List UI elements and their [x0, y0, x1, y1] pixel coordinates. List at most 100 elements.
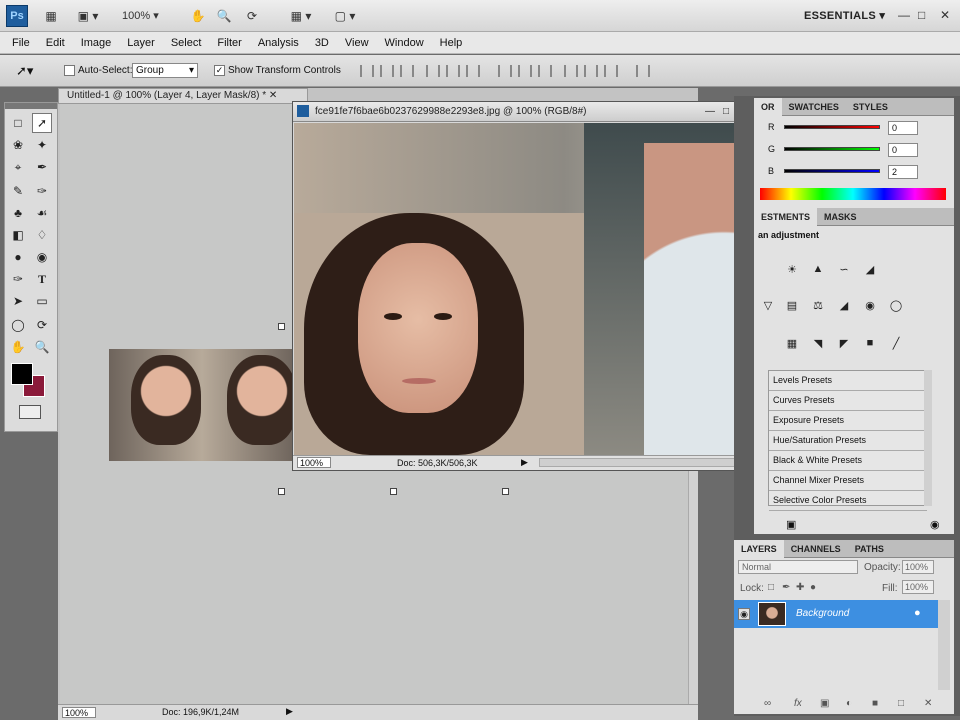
red-slider[interactable] [784, 125, 880, 129]
layers-scrollbar[interactable] [938, 600, 950, 690]
distribute-top-icon[interactable] [498, 65, 512, 77]
transform-handle[interactable] [278, 488, 285, 495]
tools-panel-grip[interactable] [5, 103, 57, 109]
hand-icon[interactable]: ✋ [8, 337, 28, 357]
new-adjustment-icon[interactable]: ◐ [846, 698, 852, 709]
red-value[interactable]: 0 [888, 121, 918, 135]
tab-paths[interactable]: PATHS [848, 540, 891, 558]
type-tool-icon[interactable]: T [32, 269, 52, 289]
presets-scrollbar[interactable] [924, 370, 932, 506]
blur-tool-icon[interactable]: ● [8, 247, 28, 267]
distribute-right-icon[interactable] [604, 65, 618, 77]
history-brush-icon[interactable]: ☙ [32, 203, 52, 223]
distribute-vcenter-icon[interactable] [518, 65, 532, 77]
green-value[interactable]: 0 [888, 143, 918, 157]
transform-handle[interactable] [502, 488, 509, 495]
close-tab-icon[interactable]: ✕ [269, 90, 277, 101]
floating-window-title[interactable]: fce91fe7f6bae6b0237629988e2293e8.jpg @ 1… [293, 102, 753, 122]
align-top-icon[interactable] [360, 65, 374, 77]
tab-styles[interactable]: STYLES [846, 98, 895, 116]
menu-help[interactable]: Help [432, 37, 471, 49]
preset-levels[interactable]: Levels Presets [769, 371, 927, 391]
menu-image[interactable]: Image [73, 37, 120, 49]
pen-tool-icon[interactable]: ✑ [8, 269, 28, 289]
menu-file[interactable]: File [4, 37, 38, 49]
preset-hue-saturation[interactable]: Hue/Saturation Presets [769, 431, 927, 451]
new-layer-icon[interactable]: □ [898, 698, 904, 709]
move-tool-icon[interactable]: ➚ [32, 113, 52, 133]
shape-tool-icon[interactable]: ▭ [32, 291, 52, 311]
lock-image-icon[interactable]: ✒ [782, 582, 790, 593]
lock-transparent-icon[interactable]: □ [768, 582, 774, 593]
menu-view[interactable]: View [337, 37, 377, 49]
lock-all-icon[interactable]: ● [810, 582, 816, 593]
paint-bucket-icon[interactable]: ♢ [32, 225, 52, 245]
move-tool-preset-icon[interactable]: ➚▾ [16, 63, 33, 79]
link-layers-icon[interactable]: ∞ [764, 698, 771, 709]
preset-channel-mixer[interactable]: Channel Mixer Presets [769, 471, 927, 491]
path-selection-icon[interactable]: ➤ [8, 291, 28, 311]
preset-exposure[interactable]: Exposure Presets [769, 411, 927, 431]
dodge-tool-icon[interactable]: ◉ [32, 247, 52, 267]
lock-position-icon[interactable]: ✚ [796, 582, 804, 593]
menu-analysis[interactable]: Analysis [250, 37, 307, 49]
transform-handle[interactable] [390, 488, 397, 495]
clip-to-layer-icon[interactable]: ▣ [786, 518, 796, 531]
tab-adjustments[interactable]: ESTMENTS [754, 207, 818, 226]
tab-masks[interactable]: MASKS [817, 208, 864, 226]
preset-black-white[interactable]: Black & White Presets [769, 451, 927, 471]
layer-visibility-eye-icon[interactable]: ◉ [738, 608, 750, 620]
distribute-left-icon[interactable] [564, 65, 578, 77]
add-mask-icon[interactable]: ▣ [820, 698, 829, 709]
fill-field[interactable]: 100% [902, 580, 934, 594]
workspace-switcher[interactable]: ESSENTIALS ▾ [804, 9, 885, 22]
tab-color[interactable]: OR [754, 97, 782, 116]
distribute-hcenter-icon[interactable] [584, 65, 598, 77]
distribute-bottom-icon[interactable] [538, 65, 552, 77]
exposure-icon[interactable]: ◢ [860, 260, 880, 278]
menu-3d[interactable]: 3D [307, 37, 337, 49]
healing-brush-icon[interactable]: ✎ [8, 181, 28, 201]
menu-layer[interactable]: Layer [119, 37, 163, 49]
3d-rotate-icon[interactable]: ◯ [8, 315, 28, 335]
transform-handle[interactable] [278, 323, 285, 330]
levels-icon[interactable]: ▲ [808, 260, 828, 278]
maximize-icon[interactable]: □ [723, 102, 729, 121]
tab-channels[interactable]: CHANNELS [784, 540, 848, 558]
align-hcenter-icon[interactable] [446, 65, 460, 77]
channel-mixer-icon[interactable]: ◯ [886, 296, 906, 314]
align-left-icon[interactable] [426, 65, 440, 77]
eyedropper-icon[interactable]: ✒ [32, 157, 52, 177]
preset-curves[interactable]: Curves Presets [769, 391, 927, 411]
black-white-icon[interactable]: ◢ [834, 296, 854, 314]
close-button[interactable]: ✕ [940, 8, 950, 22]
tab-swatches[interactable]: SWATCHES [782, 98, 846, 116]
bridge-icon[interactable]: ▦ [40, 7, 62, 25]
opacity-field[interactable]: 100% [902, 560, 934, 574]
view-extras-icon[interactable]: ▣ ▾ [70, 7, 106, 25]
minimize-icon[interactable]: — [705, 102, 715, 121]
zoom-icon[interactable]: 🔍 [32, 337, 52, 357]
doc-zoom-field[interactable]: 100% [62, 707, 96, 718]
gradient-map-icon[interactable]: ■ [860, 334, 880, 352]
auto-select-checkbox[interactable] [64, 65, 75, 76]
align-vcenter-icon[interactable] [380, 65, 394, 77]
brightness-contrast-icon[interactable]: ☀ [782, 260, 802, 278]
color-balance-icon[interactable]: ⚖ [808, 296, 828, 314]
quick-mask-icon[interactable] [19, 405, 41, 419]
lasso-tool-icon[interactable]: ❀ [8, 135, 28, 155]
menu-select[interactable]: Select [163, 37, 210, 49]
screen-mode-icon[interactable]: ▢ ▾ [328, 7, 362, 25]
3d-orbit-icon[interactable]: ⟳ [32, 315, 52, 335]
foreground-color-swatch[interactable] [11, 363, 33, 385]
brush-tool-icon[interactable]: ✑ [32, 181, 52, 201]
arrange-documents-icon[interactable]: ▦ ▾ [284, 7, 318, 25]
magic-wand-icon[interactable]: ✦ [32, 135, 52, 155]
tab-layers[interactable]: LAYERS [734, 539, 784, 558]
floating-horizontal-scrollbar[interactable] [539, 458, 735, 467]
invert-icon[interactable]: ▦ [782, 334, 802, 352]
rotate-view-icon[interactable]: ⟳ [242, 7, 262, 25]
marquee-tool-icon[interactable]: □ [8, 113, 28, 133]
floating-status-arrow-icon[interactable]: ▶ [521, 457, 528, 468]
green-slider[interactable] [784, 147, 880, 151]
